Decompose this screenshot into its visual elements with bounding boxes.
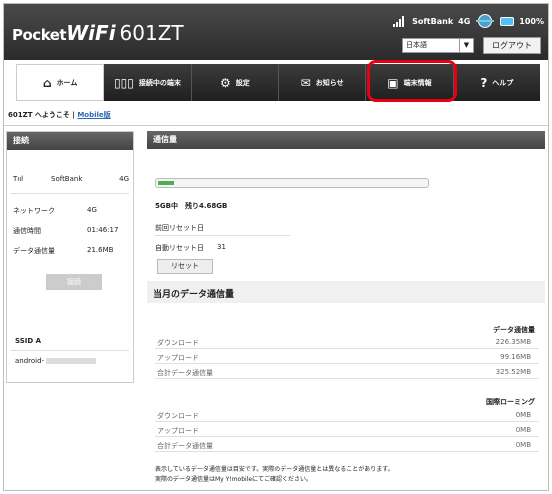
upload-label: アップロード <box>157 354 199 362</box>
header: PocketWiFi 601ZT SoftBank 4G 100% 日本語 ▼ ロ… <box>4 4 548 60</box>
devices-icon: ▯▯▯ <box>114 75 134 90</box>
auto-reset-value: 31 <box>217 243 226 251</box>
nav-label: 設定 <box>235 78 250 87</box>
status-bar: SoftBank 4G 100% <box>385 14 544 28</box>
nav-item-help[interactable]: ? ヘルプ <box>454 64 540 101</box>
table-row: ダウンロード 226.35MB <box>155 334 539 349</box>
welcome-text: 601ZT へようこそ | <box>8 111 75 119</box>
duration-label: 通信時間 <box>13 227 41 235</box>
home-icon: ⌂ <box>42 75 52 90</box>
nav-item-notices[interactable]: ✉ お知らせ <box>279 64 367 101</box>
reset-button[interactable]: リセット <box>157 259 213 274</box>
last-reset-label: 前回リセット日 <box>155 224 204 232</box>
chevron-down-icon: ▼ <box>459 39 473 52</box>
main-nav: ⌂ ホーム ▯▯▯ 接続中の端末 ⚙ 設定 ✉ お知らせ ▣ 端末情報 ? ヘル… <box>4 60 548 103</box>
upload-value: 99.16MB <box>500 353 531 361</box>
roaming-header: 国際ローミング <box>486 398 535 406</box>
connect-button[interactable]: 接続 <box>46 274 102 290</box>
roaming-upload-value: 0MB <box>515 426 531 434</box>
divider <box>4 125 548 126</box>
table-row: アップロード 0MB <box>155 422 539 437</box>
table-row: アップロード 99.16MB <box>155 349 539 364</box>
roaming-total-value: 0MB <box>515 441 531 449</box>
language-select[interactable]: 日本語 ▼ <box>402 38 474 53</box>
language-value: 日本語 <box>406 41 427 49</box>
table-row: 合計データ通信量 325.52MB <box>155 364 539 379</box>
monthly-title: 当月のデータ通信量 <box>153 290 235 300</box>
usage-progress-bar <box>155 178 429 188</box>
nav-label: お知らせ <box>315 78 344 87</box>
network-value: 4G <box>87 206 97 214</box>
roaming-globe-icon <box>476 14 495 28</box>
usage-title: 通信量 <box>147 131 545 149</box>
roaming-download-value: 0MB <box>515 411 531 419</box>
nav-item-home[interactable]: ⌂ ホーム <box>16 64 105 101</box>
nav-item-connected-devices[interactable]: ▯▯▯ 接続中の端末 <box>104 64 192 101</box>
auto-reset-label: 自動リセット日 <box>155 244 204 252</box>
usage-progress-fill <box>158 181 174 185</box>
battery-icon <box>500 16 515 26</box>
pocket-wifi-logo: PocketWiFi 601ZT <box>12 21 184 45</box>
mail-icon: ✉ <box>300 75 311 90</box>
logo-model: 601ZT <box>119 21 184 45</box>
carrier-name: SoftBank <box>412 16 454 26</box>
download-value: 226.35MB <box>495 338 531 346</box>
total-label: 合計データ通信量 <box>157 369 213 377</box>
connection-panel: 接続 Tııl SoftBank 4G ネットワーク 4G 通信時間 01:46… <box>6 131 134 383</box>
browser-frame: PocketWiFi 601ZT SoftBank 4G 100% 日本語 ▼ ロ… <box>3 3 549 491</box>
duration-value: 01:46:17 <box>87 226 119 234</box>
connection-carrier: SoftBank <box>51 175 83 183</box>
data-usage-label: データ通信量 <box>13 247 55 255</box>
help-icon: ? <box>480 75 488 90</box>
usage-summary: 5GB中 残り4.68GB <box>155 202 228 210</box>
masked-ssid <box>46 358 97 364</box>
connection-carrier-network: 4G <box>119 175 129 183</box>
roaming-upload-label: アップロード <box>157 427 199 435</box>
data-usage-value: 21.6MB <box>87 246 114 254</box>
network-label: ネットワーク <box>13 207 55 215</box>
ssid-value-text: android- <box>15 357 45 365</box>
nav-label: ホーム <box>56 78 78 87</box>
download-label: ダウンロード <box>157 339 199 347</box>
logo-pocket: Pocket <box>12 26 67 44</box>
roaming-download-label: ダウンロード <box>157 412 199 420</box>
nav-label: ヘルプ <box>492 78 514 87</box>
nav-item-settings[interactable]: ⚙ 設定 <box>192 64 279 101</box>
usage-panel: 通信量 5GB中 残り4.68GB 前回リセット日 自動リセット日 31 リセッ… <box>147 131 545 490</box>
table-row: ダウンロード 0MB <box>155 407 539 422</box>
network-type: 4G <box>458 16 471 26</box>
usage-note-2: 実際のデータ通信量はMy Y!mobileにてご確認ください。 <box>155 476 313 483</box>
nav-label: 接続中の端末 <box>138 78 181 87</box>
ssid-value: android- <box>15 357 97 365</box>
monthly-header: 当月のデータ通信量 <box>147 281 545 303</box>
table-row: 合計データ通信量 0MB <box>155 437 539 452</box>
logout-button[interactable]: ログアウト <box>483 37 541 54</box>
device-info-highlight <box>367 60 457 102</box>
ssid-label: SSID A <box>15 337 42 345</box>
signal-icon <box>393 15 405 27</box>
mobile-version-link[interactable]: Mobile版 <box>77 111 110 119</box>
signal-small-icon: Tııl <box>13 175 24 183</box>
connection-title: 接続 <box>7 132 133 150</box>
gear-icon: ⚙ <box>219 75 231 90</box>
battery-percent: 100% <box>519 16 544 26</box>
welcome-line: 601ZT へようこそ | Mobile版 <box>8 110 111 120</box>
logo-wifi: WiFi <box>66 21 116 45</box>
roaming-total-label: 合計データ通信量 <box>157 442 213 450</box>
total-value: 325.52MB <box>495 368 531 376</box>
usage-note-1: 表示しているデータ通信量は目安です。実際のデータ通信量とは異なることがあります。 <box>155 466 394 473</box>
